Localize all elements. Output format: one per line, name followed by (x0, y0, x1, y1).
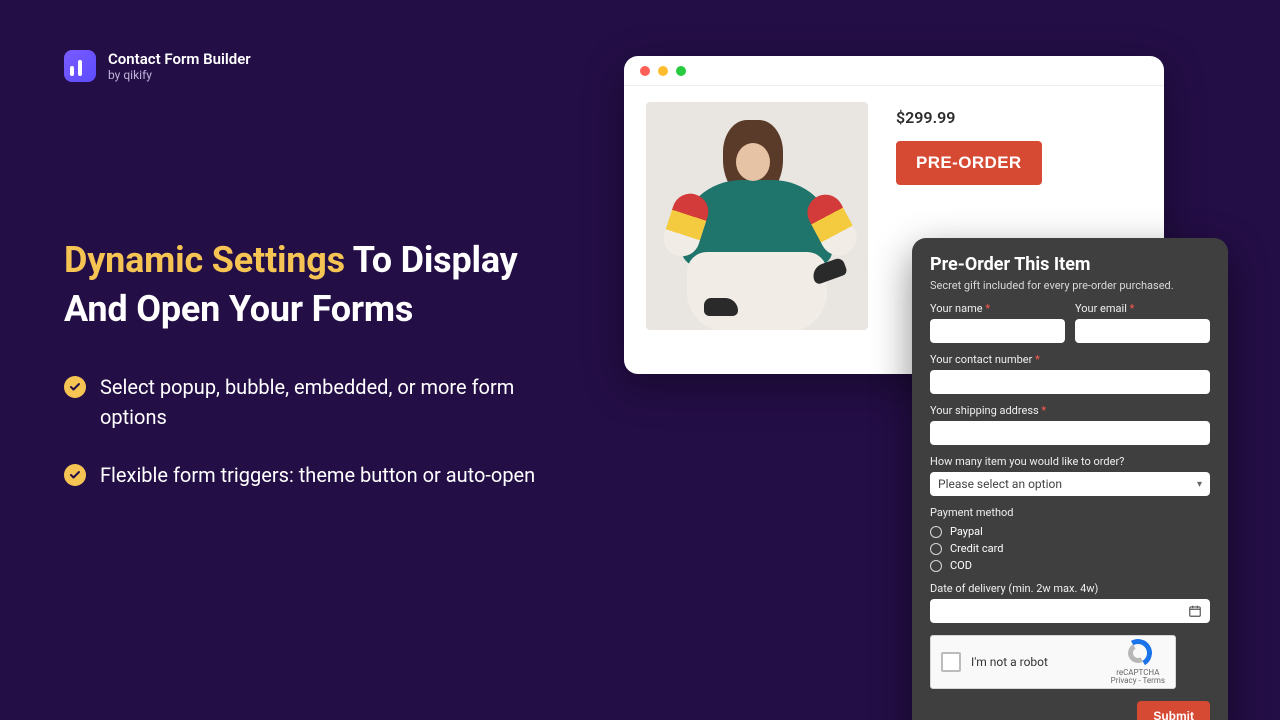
contact-label: Your contact number * (930, 353, 1210, 366)
brand-byline: by qikify (108, 68, 251, 82)
bullet-item: Flexible form triggers: theme button or … (64, 460, 584, 490)
payment-option-paypal[interactable]: Paypal (930, 525, 1210, 538)
qty-select-value: Please select an option (938, 477, 1062, 491)
address-input[interactable] (930, 421, 1210, 445)
submit-button[interactable]: Submit (1137, 701, 1210, 720)
brand-title: Contact Form Builder (108, 50, 251, 68)
recaptcha[interactable]: I'm not a robot reCAPTCHA Privacy - Term… (930, 635, 1176, 689)
address-label: Your shipping address * (930, 404, 1210, 417)
check-icon (64, 376, 86, 398)
recaptcha-badge: reCAPTCHA Privacy - Terms (1111, 639, 1165, 685)
date-label: Date of delivery (min. 2w max. 4w) (930, 582, 1210, 595)
bullet-text: Flexible form triggers: theme button or … (100, 460, 535, 490)
radio-icon (930, 543, 942, 555)
preorder-button[interactable]: PRE-ORDER (896, 141, 1042, 185)
form-subtitle: Secret gift included for every pre-order… (930, 279, 1210, 292)
email-label: Your email * (1075, 302, 1210, 315)
preorder-form: Pre-Order This Item Secret gift included… (912, 238, 1228, 720)
brand-header: Contact Form Builder by qikify (64, 50, 251, 82)
radio-icon (930, 526, 942, 538)
page-headline: Dynamic Settings To Display And Open You… (64, 236, 584, 333)
name-label: Your name * (930, 302, 1065, 315)
chevron-down-icon: ▾ (1197, 479, 1202, 490)
recaptcha-icon (1124, 639, 1152, 667)
qty-select[interactable]: Please select an option ▾ (930, 472, 1210, 496)
payment-option-cod[interactable]: COD (930, 559, 1210, 572)
window-maximize-icon[interactable] (676, 66, 686, 76)
name-input[interactable] (930, 319, 1065, 343)
bullet-item: Select popup, bubble, embedded, or more … (64, 372, 584, 432)
recaptcha-label: I'm not a robot (971, 655, 1048, 669)
headline-accent: Dynamic Settings (64, 239, 345, 281)
window-minimize-icon[interactable] (658, 66, 668, 76)
recaptcha-checkbox[interactable] (941, 652, 961, 672)
qty-label: How many item you would like to order? (930, 455, 1210, 468)
feature-bullets: Select popup, bubble, embedded, or more … (64, 372, 584, 490)
check-icon (64, 464, 86, 486)
product-price: $299.99 (896, 108, 1042, 127)
browser-titlebar (624, 56, 1164, 86)
bullet-text: Select popup, bubble, embedded, or more … (100, 372, 584, 432)
calendar-icon (1188, 604, 1202, 618)
email-input[interactable] (1075, 319, 1210, 343)
payment-option-credit[interactable]: Credit card (930, 542, 1210, 555)
product-image (646, 102, 868, 330)
brand-icon (64, 50, 96, 82)
date-input[interactable] (930, 599, 1210, 623)
window-close-icon[interactable] (640, 66, 650, 76)
contact-input[interactable] (930, 370, 1210, 394)
form-title: Pre-Order This Item (930, 254, 1210, 275)
radio-icon (930, 560, 942, 572)
payment-label: Payment method (930, 506, 1210, 519)
